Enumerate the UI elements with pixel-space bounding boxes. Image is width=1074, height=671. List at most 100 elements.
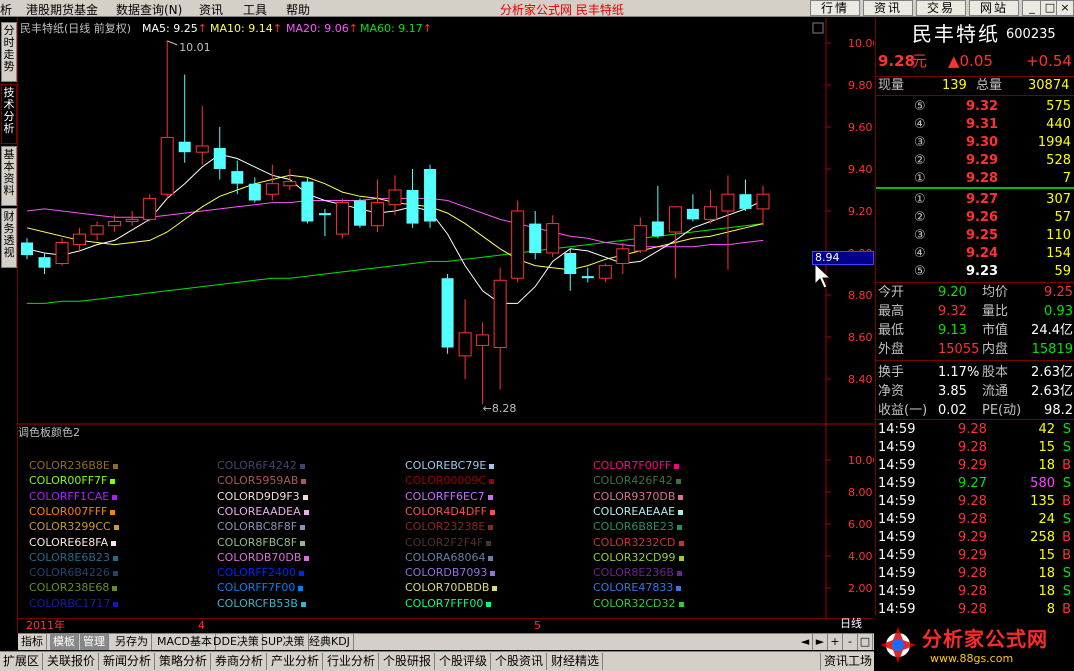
sell-level[interactable]: ⑤ 9.32 575 — [876, 98, 1074, 116]
candle-body-down — [38, 257, 51, 268]
palette-item: COLORE47833 — [593, 582, 682, 594]
palette-item: COLOR2F2F4F — [405, 536, 492, 549]
ext-tab-2[interactable]: 新闻分析 — [100, 653, 156, 670]
mouse-cursor-icon — [814, 262, 832, 289]
tab-5[interactable]: DDE决策 — [210, 634, 263, 650]
menu-item-info[interactable]: 资讯 — [199, 1, 223, 18]
palette-color-name: COLOR7FFF00 — [405, 596, 484, 610]
scroll-left-icon[interactable]: ◄ — [798, 634, 813, 650]
sell-level[interactable]: ② 9.29 528 — [876, 152, 1074, 170]
current-price-marker: 8.94 — [812, 251, 874, 265]
tick-row[interactable]: 14:59 9.28 S 24 — [876, 511, 1074, 529]
tick-volume: 24 — [1038, 512, 1055, 527]
tab-info-tools[interactable]: 资讯工场 — [820, 653, 877, 670]
window-toggle-icon[interactable]: □ — [858, 634, 873, 650]
tab-1[interactable]: 模板 — [50, 634, 79, 650]
stat-row: 净资 3.85 流通 2.63亿 — [876, 383, 1074, 401]
menu-bar: 析 港股期货基金 数据查询(N) 资讯 工具 帮助 分析家公式网 民丰特纸 行情… — [0, 0, 1074, 17]
candle-body-up — [703, 206, 717, 220]
ext-tab-0[interactable]: 扩展区 — [0, 653, 44, 670]
palette-swatch-icon — [112, 494, 118, 500]
tab-intraday[interactable]: 分时走势 — [1, 22, 17, 82]
tick-row[interactable]: 14:59 9.29 B 258 — [876, 529, 1074, 547]
ext-tab-3[interactable]: 策略分析 — [156, 653, 212, 670]
sell-level[interactable]: ① 9.28 7 — [876, 170, 1074, 188]
palette-swatch-icon — [678, 555, 684, 561]
buy-level-price: 9.25 — [966, 228, 999, 243]
quotes-button[interactable]: 行情 — [810, 0, 860, 16]
y-tick-label: 10.00 — [848, 37, 874, 50]
ext-tab-1[interactable]: 关联报价 — [44, 653, 100, 670]
tick-row[interactable]: 14:59 9.28 S 15 — [876, 439, 1074, 457]
chart-zoom-box-icon[interactable] — [812, 22, 824, 34]
tick-row[interactable]: 14:59 9.27 S 580 — [876, 475, 1074, 493]
palette-item: COLORFF2400 — [217, 567, 305, 579]
news-button[interactable]: 资讯 — [863, 0, 913, 16]
scroll-right-icon[interactable]: ► — [813, 634, 828, 650]
menu-item-help[interactable]: 帮助 — [286, 1, 310, 18]
tab-7[interactable]: 经典KDJ — [306, 634, 354, 650]
tick-volume: 18 — [1038, 566, 1055, 581]
current-volume-label: 现量 — [878, 78, 905, 93]
menu-item-data-query[interactable]: 数据查询(N) — [116, 1, 182, 18]
menu-item-hk-futures[interactable]: 港股期货基金 — [26, 1, 98, 18]
stat-row: 最高 9.32 量比 0.93 — [876, 303, 1074, 321]
tab-technical[interactable]: 技术分析 — [1, 84, 17, 144]
buy-level[interactable]: ⑤ 9.23 59 — [876, 263, 1074, 281]
ext-tab-7[interactable]: 个股研报 — [380, 653, 436, 670]
tick-row[interactable]: 14:59 9.29 B 15 — [876, 547, 1074, 565]
buy-level[interactable]: ③ 9.25 110 — [876, 227, 1074, 245]
stat-row: 最低 9.13 市值 24.4亿 — [876, 322, 1074, 340]
buy-level[interactable]: ④ 9.24 154 — [876, 245, 1074, 263]
palette-color-name: COLOR4D4DFF — [405, 504, 487, 518]
tick-side: S — [1062, 512, 1071, 527]
sub-y-tick-label: 4.00 — [848, 550, 873, 563]
close-icon[interactable]: × — [1056, 0, 1074, 16]
sell-level[interactable]: ③ 9.30 1994 — [876, 134, 1074, 152]
palette-color-name: COLOR8E236B — [593, 566, 674, 580]
tab-0[interactable]: 指标 — [18, 634, 47, 650]
tab-4[interactable]: MACD基本 — [154, 634, 216, 650]
ext-tab-9[interactable]: 个股资讯 — [492, 653, 548, 670]
low-price-label: ←8.28 — [483, 402, 517, 415]
website-button[interactable]: 网站 — [969, 0, 1019, 16]
tick-row[interactable]: 14:59 9.28 S 42 — [876, 421, 1074, 439]
tab-3[interactable]: 另存为 — [112, 634, 152, 650]
tick-row[interactable]: 14:59 9.28 B 135 — [876, 493, 1074, 511]
ext-tab-5[interactable]: 产业分析 — [268, 653, 324, 670]
ext-tab-8[interactable]: 个股评级 — [436, 653, 492, 670]
palette-item: COLOR7FFF00 — [405, 596, 492, 610]
buy-level[interactable]: ① 9.27 307 — [876, 191, 1074, 209]
menu-item-tools[interactable]: 工具 — [243, 1, 267, 18]
palette-color-name: COLOREBC79E — [405, 459, 487, 472]
period-label[interactable]: 日线 — [840, 616, 862, 632]
minimize-icon[interactable]: _ — [1022, 0, 1042, 16]
zoom-in-icon[interactable]: + — [828, 634, 843, 650]
tab-2[interactable]: 管理 — [80, 634, 109, 650]
menu-item-analysis[interactable]: 析 — [0, 1, 12, 18]
palette-color-name: COLORDB70DB — [217, 550, 302, 564]
ext-tab-4[interactable]: 券商分析 — [212, 653, 268, 670]
tick-row[interactable]: 14:59 9.28 S 18 — [876, 583, 1074, 601]
price-change-pct: +0.54 — [1026, 52, 1072, 70]
zoom-out-icon[interactable]: - — [843, 634, 858, 650]
buy-level[interactable]: ② 9.26 57 — [876, 209, 1074, 227]
sell-level[interactable]: ④ 9.31 440 — [876, 116, 1074, 134]
trade-button[interactable]: 交易 — [916, 0, 966, 16]
palette-swatch-icon — [299, 571, 305, 577]
candle-body-down — [21, 242, 33, 256]
tick-row[interactable]: 14:59 9.28 S 18 — [876, 565, 1074, 583]
candle-body-up — [335, 202, 349, 235]
tab-fundamentals[interactable]: 基本资料 — [1, 146, 17, 206]
candle-body-down — [739, 194, 752, 209]
tab-6[interactable]: SUP决策 — [258, 634, 309, 650]
palette-item: COLORFF7F00 — [217, 582, 304, 594]
palette-color-name: COLOR426F42 — [593, 474, 673, 488]
kline-chart[interactable]: 10.009.809.609.409.209.008.808.608.4010.… — [18, 18, 874, 618]
ext-tab-6[interactable]: 行业分析 — [324, 653, 380, 670]
candle-body-up — [546, 223, 560, 254]
ext-tab-10[interactable]: 财经精选 — [548, 653, 604, 670]
palette-swatch-icon — [110, 509, 116, 515]
tick-row[interactable]: 14:59 9.29 B 18 — [876, 457, 1074, 475]
tab-financials[interactable]: 财务透视 — [1, 208, 17, 268]
